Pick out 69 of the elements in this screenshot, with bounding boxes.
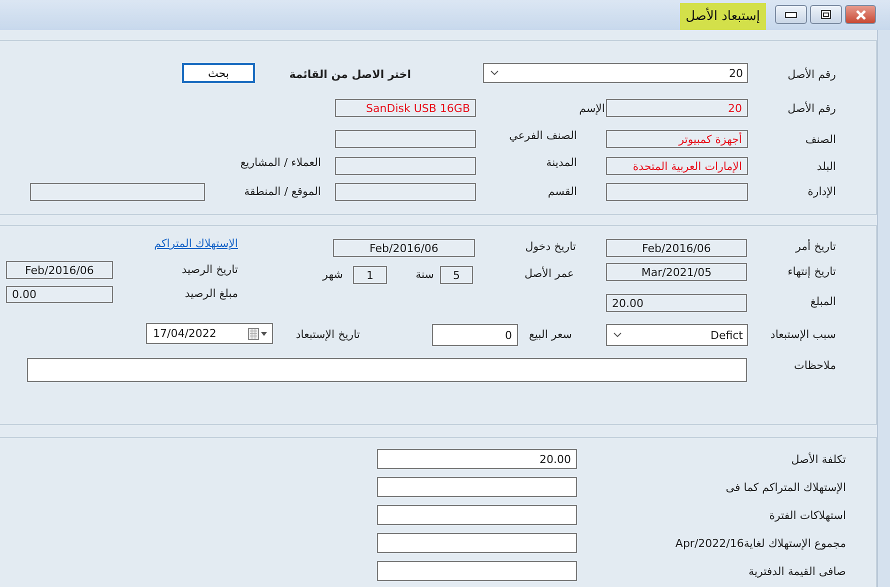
chevron-down-icon [490, 70, 499, 76]
field-label: الإستهلاك المتراكم كما فى [726, 480, 846, 494]
text-field[interactable] [335, 183, 476, 201]
field-label: تاريخ الرصيد [182, 262, 238, 276]
text-field[interactable] [377, 505, 577, 525]
text-field[interactable]: 20 [606, 99, 748, 117]
text-field[interactable]: 1 [353, 266, 387, 284]
chevron-down-icon [613, 332, 622, 338]
text-field[interactable] [335, 157, 476, 175]
field-label: الموقع / المنطقة [244, 184, 321, 198]
field-label: مبلغ الرصيد [184, 286, 238, 300]
maximize-button[interactable] [810, 5, 842, 24]
field-label: المبلغ [810, 294, 836, 308]
text-field[interactable]: الإمارات العربية المتحدة [606, 157, 748, 175]
dropdown[interactable]: 20 [483, 63, 748, 83]
field-label: تاريخ دخول [525, 240, 576, 252]
field-label: سنة [416, 268, 434, 280]
text-field[interactable]: 0 [432, 324, 518, 346]
text-field[interactable] [377, 561, 577, 581]
field-label: القسم [548, 184, 577, 198]
close-icon [854, 10, 866, 20]
text-field[interactable]: أجهزة كمبيوتر [606, 130, 748, 148]
field-label: سبب الإستبعاد [770, 328, 836, 340]
field-label: استهلاكات الفترة [769, 508, 846, 522]
field-label: الإدارة [808, 184, 836, 198]
field-label: تاريخ إنتهاء [788, 264, 836, 278]
section-heading: اختر الاصل من القائمة [289, 68, 411, 80]
link[interactable]: الإستهلاك المتراكم [154, 237, 238, 250]
field-label: صافى القيمة الدفترية [748, 564, 846, 578]
text-field[interactable]: Feb/2016/06 [606, 239, 747, 257]
field-label: عمر الأصل [524, 266, 574, 280]
notes-field[interactable] [27, 358, 747, 382]
maximize-icon [821, 10, 831, 19]
field-label: رقم الأصل [788, 102, 836, 114]
text-field[interactable]: 0.00 [6, 286, 113, 303]
field-label: سعر البيع [529, 328, 572, 340]
text-field[interactable]: SanDisk USB 16GB [335, 99, 476, 117]
text-field[interactable]: Feb/2016/06 [6, 261, 113, 279]
field-label: الإسم [579, 102, 605, 114]
text-field[interactable] [606, 183, 748, 201]
text-field[interactable] [335, 130, 476, 148]
text-field[interactable]: 20.00 [606, 294, 747, 312]
field-label: ملاحظات [794, 358, 836, 372]
date-picker[interactable]: 17/04/2022 [146, 323, 273, 344]
calendar-icon [248, 328, 268, 340]
minimize-icon [785, 12, 797, 18]
text-field[interactable]: 5 [440, 266, 473, 284]
field-label: تاريخ الإستبعاد [296, 328, 360, 340]
field-label: الصنف الفرعي [509, 128, 577, 142]
field-label: العملاء / المشاريع [240, 156, 321, 168]
text-field[interactable] [377, 533, 577, 553]
text-field[interactable] [377, 477, 577, 497]
field-label: مجموع الإستهلاك لغايةApr/2022/16 [675, 536, 846, 550]
field-label: تكلفة الأصل [791, 452, 846, 466]
text-field[interactable]: 20.00 [377, 449, 577, 469]
window-title: إستبعاد الأصل [680, 3, 766, 30]
field-label: شهر [322, 268, 343, 280]
close-button[interactable] [845, 5, 876, 24]
field-label: تاريخ أمر [796, 240, 836, 252]
field-label: البلد [816, 160, 836, 172]
text-field[interactable]: Feb/2016/06 [333, 239, 475, 257]
minimize-button[interactable] [775, 5, 807, 24]
dropdown[interactable]: Defict [606, 324, 748, 346]
field-label: الصنف [805, 132, 836, 146]
search-button[interactable]: بحث [182, 63, 255, 83]
text-field[interactable] [30, 183, 205, 201]
field-label: رقم الأصل [788, 68, 836, 80]
field-label: المدينة [546, 156, 577, 168]
text-field[interactable]: Mar/2021/05 [606, 263, 747, 281]
